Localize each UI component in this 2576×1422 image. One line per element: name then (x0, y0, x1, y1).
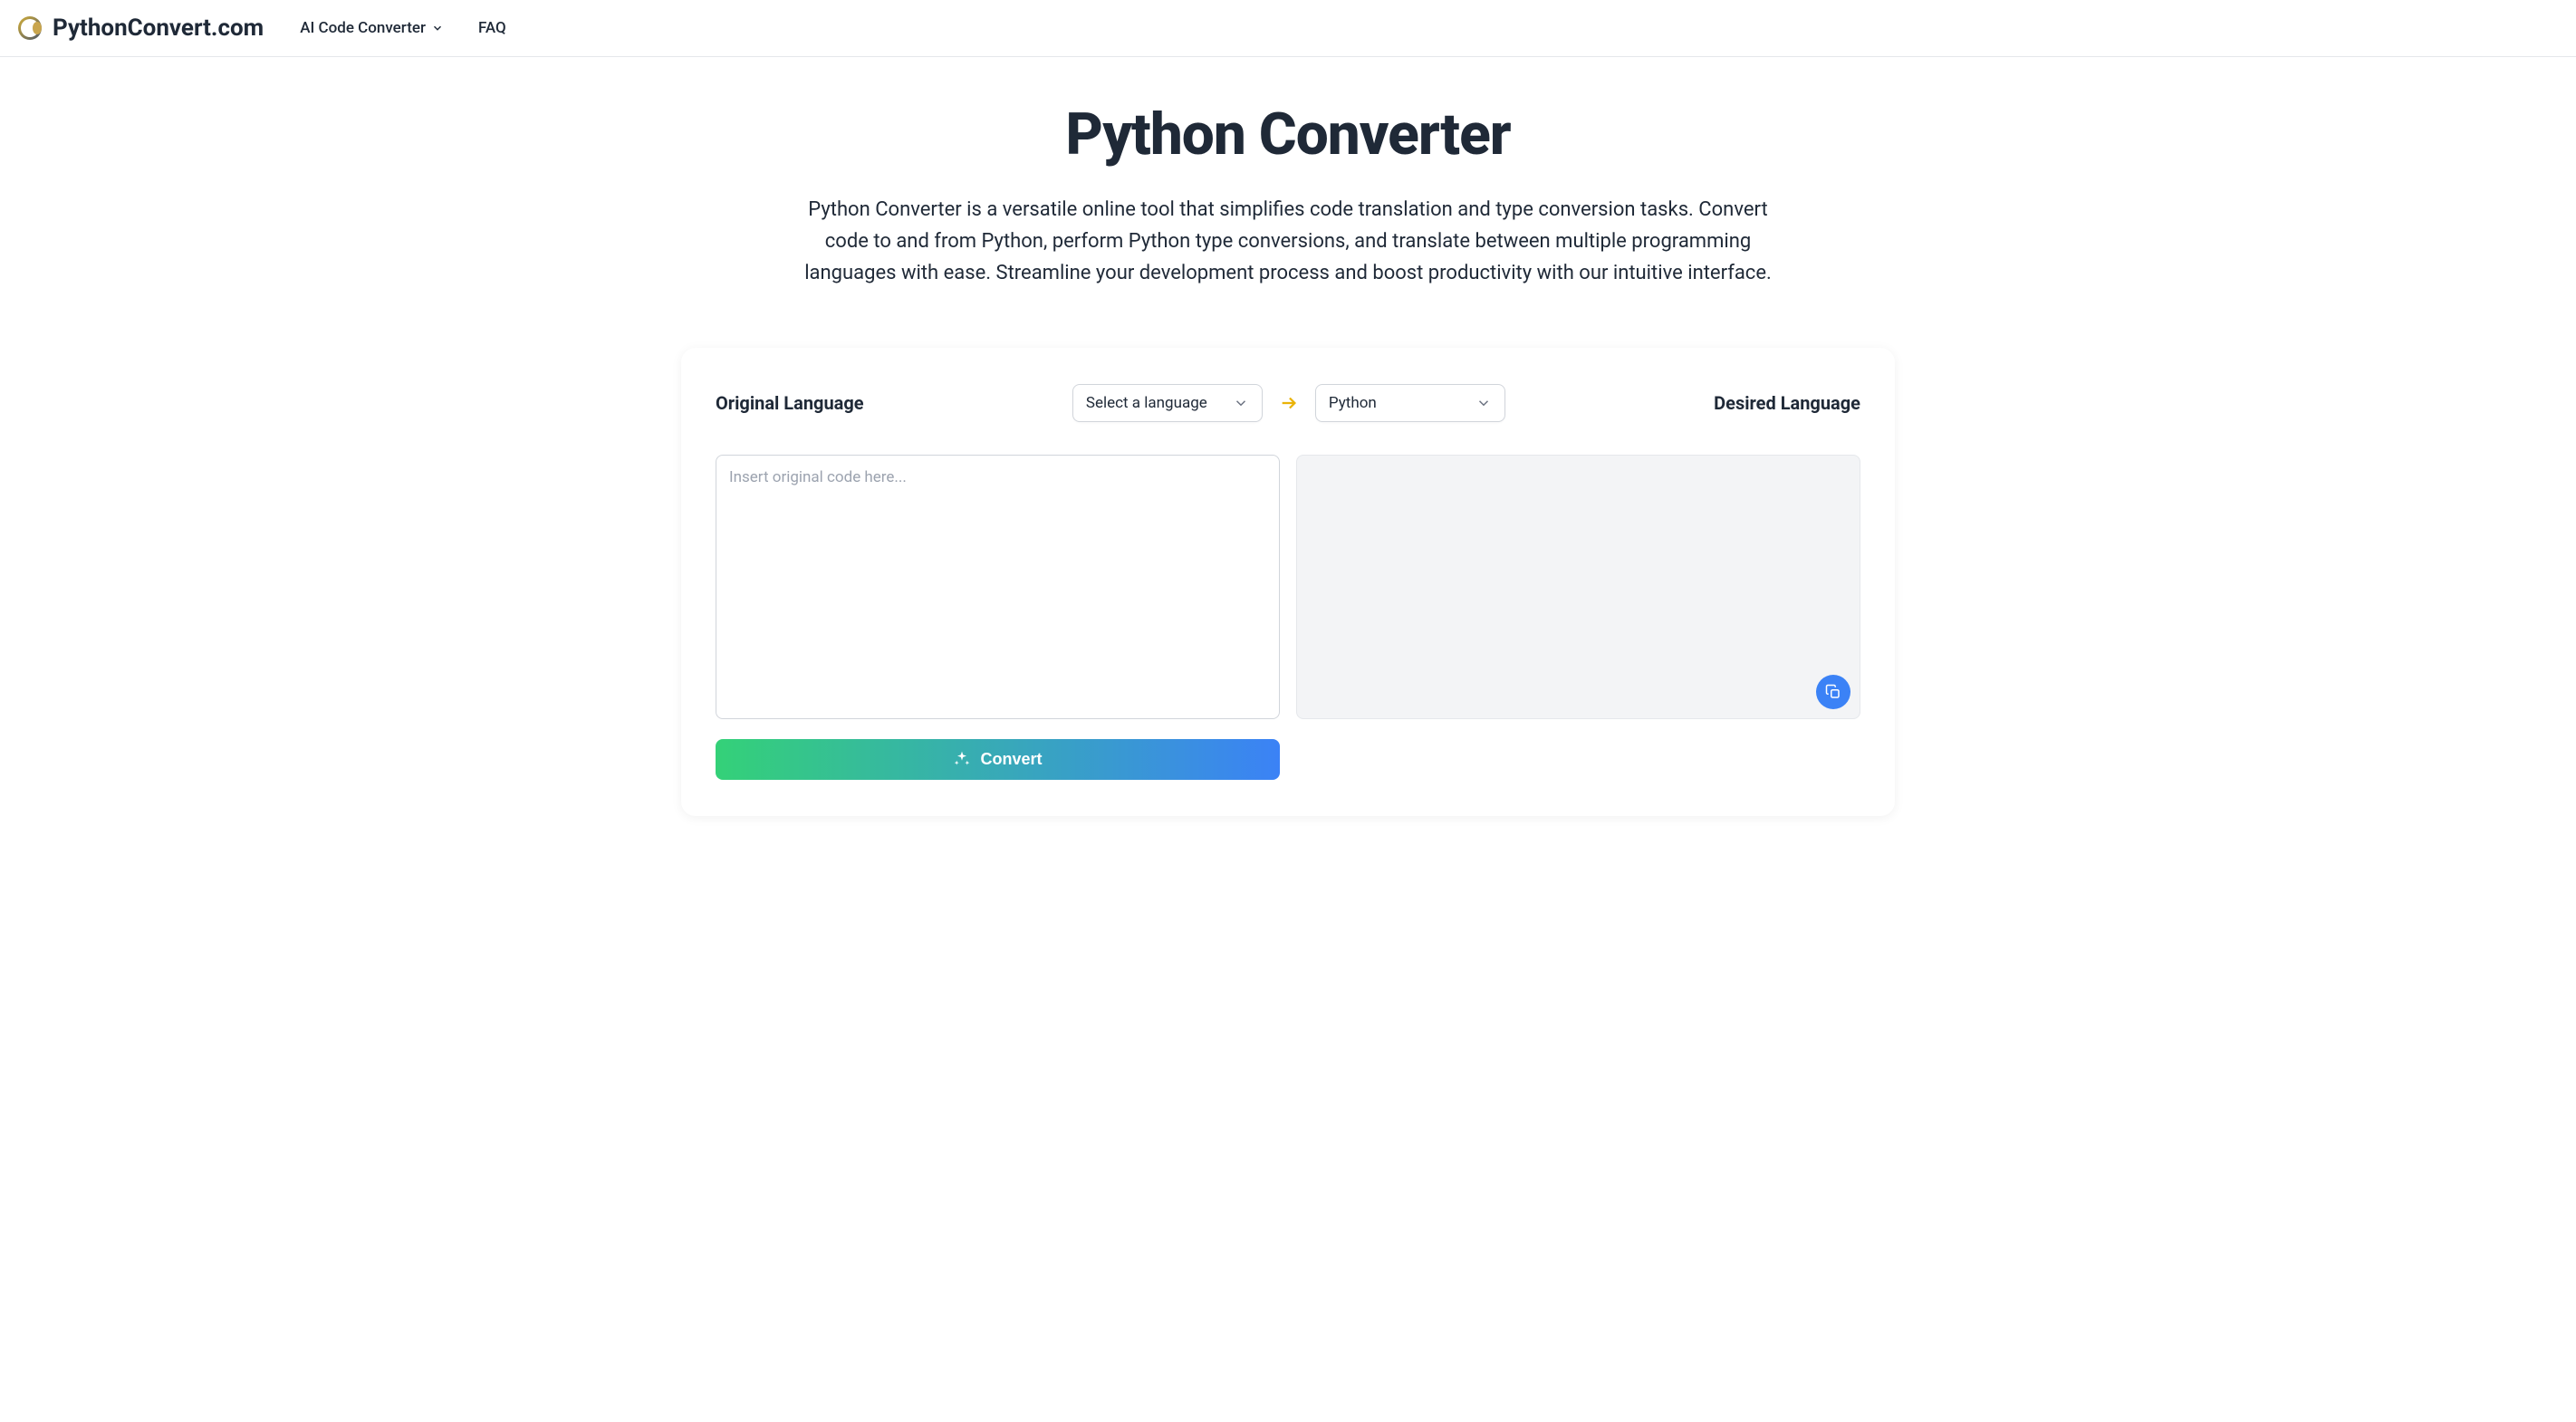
desired-language-label: Desired Language (1714, 392, 1860, 414)
nav-ai-code-converter[interactable]: AI Code Converter (300, 19, 444, 37)
hero: Python Converter Python Converter is a v… (745, 57, 1831, 326)
converter-card: Original Language Select a language Pyth… (681, 348, 1895, 816)
chevron-down-icon (431, 22, 444, 34)
logo-text: PythonConvert.com (53, 14, 264, 42)
original-language-label: Original Language (716, 392, 864, 414)
copy-button[interactable] (1816, 675, 1850, 709)
convert-button[interactable]: Convert (716, 739, 1280, 780)
chevron-down-icon (1233, 395, 1249, 411)
chevron-down-icon (1475, 395, 1492, 411)
logo-icon (18, 16, 42, 40)
source-language-select[interactable]: Select a language (1072, 384, 1263, 422)
arrow-right-icon (1279, 393, 1299, 413)
nav-item-label: FAQ (478, 19, 506, 37)
page-title: Python Converter (763, 101, 1813, 168)
logo[interactable]: PythonConvert.com (18, 14, 264, 42)
sparkle-icon (953, 750, 971, 768)
nav: AI Code Converter FAQ (300, 19, 506, 37)
select-value: Python (1329, 394, 1377, 412)
center-controls: Select a language Python (1072, 384, 1505, 422)
input-panel (716, 455, 1280, 723)
copy-icon (1825, 684, 1841, 700)
panels (716, 455, 1860, 723)
output-code-area (1296, 455, 1860, 719)
page-description: Python Converter is a versatile online t… (799, 194, 1777, 290)
controls-row: Original Language Select a language Pyth… (716, 384, 1860, 422)
header: PythonConvert.com AI Code Converter FAQ (0, 0, 2576, 57)
nav-item-label: AI Code Converter (300, 19, 426, 37)
convert-button-label: Convert (980, 750, 1042, 769)
select-value: Select a language (1086, 394, 1207, 412)
target-language-select[interactable]: Python (1315, 384, 1505, 422)
output-panel (1296, 455, 1860, 723)
nav-faq[interactable]: FAQ (478, 19, 506, 37)
source-code-input[interactable] (716, 455, 1280, 719)
